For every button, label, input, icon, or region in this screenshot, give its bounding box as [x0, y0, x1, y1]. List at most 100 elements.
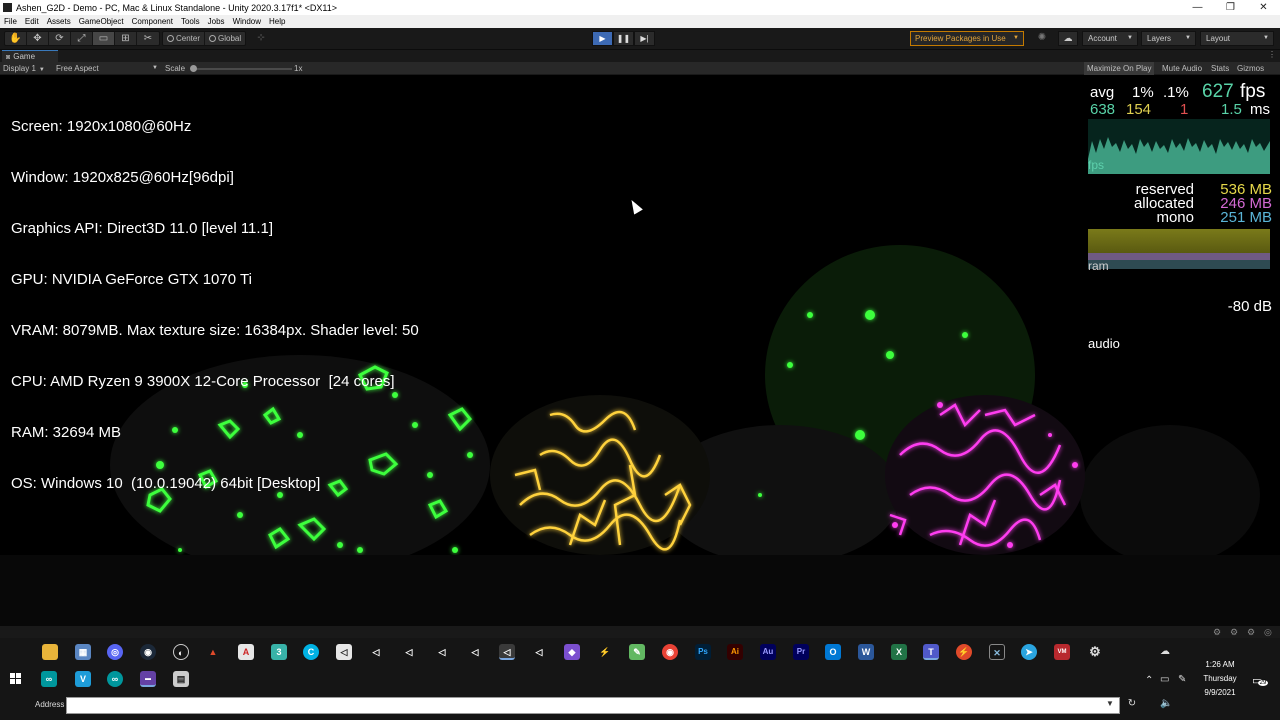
notepad-icon[interactable]: ✎: [629, 644, 645, 660]
scale-slider-handle[interactable]: [190, 65, 197, 72]
unity-icon[interactable]: ◁: [368, 644, 384, 660]
pause-button[interactable]: ❚❚: [613, 31, 634, 46]
voicemeeter-icon[interactable]: VM: [1054, 644, 1070, 660]
menu-assets[interactable]: Assets: [43, 17, 75, 26]
menu-jobs[interactable]: Jobs: [204, 17, 229, 26]
maximize-on-play-toggle[interactable]: Maximize On Play: [1084, 62, 1155, 75]
excel-icon[interactable]: X: [891, 644, 907, 660]
game-view[interactable]: Screen: 1920x1080@60Hz Window: 1920x825@…: [0, 75, 1280, 626]
arduino-icon[interactable]: ∞: [41, 671, 57, 687]
rect-tool-icon[interactable]: ▭: [93, 32, 115, 45]
hand-tool-icon[interactable]: ✋: [5, 32, 27, 45]
telegram-icon[interactable]: ➤: [1021, 644, 1037, 660]
flash-icon[interactable]: ⚡: [956, 644, 972, 660]
restore-button[interactable]: ❐: [1214, 2, 1247, 13]
notification-center-icon[interactable]: ▭ 29: [1252, 674, 1268, 688]
address-input[interactable]: [66, 697, 1120, 714]
cloud-icon[interactable]: ☁: [1058, 31, 1078, 46]
chevron-down-icon: ▼: [1263, 35, 1269, 41]
layout-dropdown[interactable]: Layout ▼: [1200, 31, 1274, 46]
menu-tools[interactable]: Tools: [177, 17, 204, 26]
chevron-down-icon[interactable]: ▼: [1106, 699, 1114, 708]
menu-component[interactable]: Component: [128, 17, 177, 26]
close-button[interactable]: ✕: [1247, 2, 1280, 13]
network-icon[interactable]: ⚙: [1213, 627, 1221, 638]
memory-reserved-row: reserved 536 MB: [1088, 181, 1272, 198]
debug-icon[interactable]: ⚙: [1247, 627, 1255, 638]
file-explorer-icon[interactable]: [42, 644, 58, 660]
playback-controls: ▶ ❚❚ ▶|: [592, 31, 655, 46]
photoshop-icon[interactable]: Ps: [695, 644, 711, 660]
mute-audio-toggle[interactable]: Mute Audio: [1162, 62, 1202, 75]
obs-icon[interactable]: ◐: [173, 644, 189, 660]
arduino-ide-icon[interactable]: ∞: [107, 671, 123, 687]
minimize-button[interactable]: —: [1181, 2, 1214, 13]
preview-packages-dropdown[interactable]: Preview Packages in Use ▼: [910, 31, 1024, 46]
unity-icon[interactable]: ◁: [434, 644, 450, 660]
inkscape-icon[interactable]: ▲: [205, 644, 221, 660]
twitch-icon[interactable]: ▬: [140, 671, 156, 687]
custom-tool-icon[interactable]: ✂: [137, 32, 159, 45]
sun-icon[interactable]: ✺: [1035, 32, 1049, 45]
tab-game[interactable]: ◙ Game: [2, 50, 58, 62]
calculator-icon[interactable]: ▦: [75, 644, 91, 660]
layers-dropdown[interactable]: Layers ▼: [1141, 31, 1196, 46]
network-tray-icon[interactable]: ▭: [1160, 674, 1169, 685]
volume-icon[interactable]: 🔈: [1160, 698, 1172, 709]
premiere-icon[interactable]: Pr: [793, 644, 809, 660]
discord-icon[interactable]: ◎: [107, 644, 123, 660]
3-app-icon[interactable]: 3: [271, 644, 287, 660]
menu-help[interactable]: Help: [265, 17, 289, 26]
ve-app-icon[interactable]: V: [75, 671, 91, 687]
windows-taskbar: ▦ ◎ ◉ ◐ ▲ A 3 C ◁ ◁ ◁ ◁ ◁ ◁ ◁ ◆ ⚡ ✎ ◉ Ps…: [0, 638, 1280, 720]
menu-edit[interactable]: Edit: [21, 17, 43, 26]
taskbar-clock[interactable]: 1:26 AM Thursday 9/9/2021: [1196, 658, 1244, 700]
network-tool-icon[interactable]: ⚡: [597, 644, 613, 660]
chevron-up-icon[interactable]: ⌃: [1145, 675, 1153, 686]
onedrive-icon[interactable]: ☁: [1160, 646, 1170, 657]
refresh-icon[interactable]: ↻: [1124, 698, 1140, 713]
play-button[interactable]: ▶: [592, 31, 613, 46]
visual-studio-icon[interactable]: ◆: [564, 644, 580, 660]
unity-editor-active-icon[interactable]: ◁: [499, 644, 515, 660]
progress-icon[interactable]: ⚙: [1230, 627, 1238, 638]
audition-icon[interactable]: Au: [760, 644, 776, 660]
illustrator-icon[interactable]: Ai: [727, 644, 743, 660]
steam-icon[interactable]: ◉: [140, 644, 156, 660]
pen-icon[interactable]: ✎: [1178, 674, 1186, 685]
pivot-global-button[interactable]: Global: [205, 32, 245, 45]
menu-file[interactable]: File: [0, 17, 21, 26]
word-icon[interactable]: W: [858, 644, 874, 660]
account-dropdown[interactable]: Account ▼: [1082, 31, 1138, 46]
unity-icon[interactable]: ◁: [467, 644, 483, 660]
unity-hub-icon[interactable]: ◁: [336, 644, 352, 660]
memory-mono-value: 251 MB: [1220, 209, 1272, 226]
unity-app-icon: [3, 3, 12, 12]
cmd-icon[interactable]: ▤: [173, 671, 189, 687]
window-titlebar: Ashen_G2D - Demo - PC, Mac & Linux Stand…: [0, 0, 1280, 15]
menu-gameobject[interactable]: GameObject: [75, 17, 128, 26]
scale-tool-icon[interactable]: ⤢: [71, 32, 93, 45]
more-options-icon[interactable]: ⋮: [1268, 50, 1276, 59]
scale-slider-track[interactable]: [192, 68, 292, 70]
menu-window[interactable]: Window: [229, 17, 265, 26]
move-tool-icon[interactable]: ✥: [27, 32, 49, 45]
gizmos-toggle[interactable]: Gizmos: [1237, 62, 1264, 75]
chrome-icon[interactable]: ◉: [662, 644, 678, 660]
unity-icon[interactable]: ◁: [401, 644, 417, 660]
c-app-icon[interactable]: C: [303, 644, 319, 660]
aspect-dropdown[interactable]: Free Aspect ▼: [56, 62, 158, 75]
stats-toggle[interactable]: Stats: [1211, 62, 1229, 75]
teams-icon[interactable]: T: [923, 644, 939, 660]
grid-snap-icon[interactable]: ⊹: [254, 32, 268, 45]
step-button[interactable]: ▶|: [634, 31, 655, 46]
acrobat-icon[interactable]: A: [238, 644, 254, 660]
unity-icon[interactable]: ◁: [531, 644, 547, 660]
settings-gear-icon[interactable]: ⚙: [1087, 644, 1103, 660]
rotate-tool-icon[interactable]: ⟳: [49, 32, 71, 45]
outlook-icon[interactable]: O: [825, 644, 841, 660]
pivot-center-button[interactable]: Center: [163, 32, 206, 45]
settings-icon[interactable]: ◎: [1264, 627, 1272, 638]
xbox-icon[interactable]: ✕: [989, 644, 1005, 660]
transform-tool-icon[interactable]: ⊞: [115, 32, 137, 45]
